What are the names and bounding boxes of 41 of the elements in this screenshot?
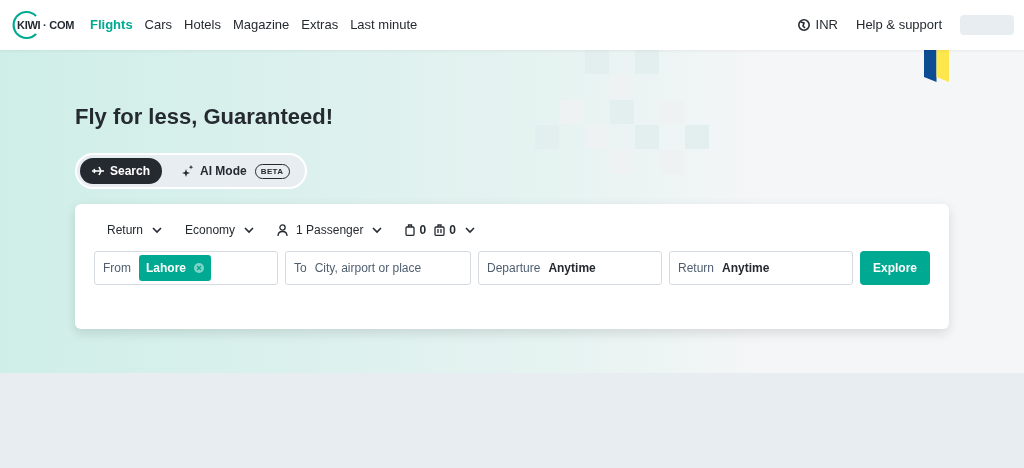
- nav-link[interactable]: Last minute: [350, 15, 418, 35]
- destination-input[interactable]: City, airport or place: [314, 259, 462, 277]
- chevron-down-icon: [151, 224, 164, 236]
- search-field[interactable]: Return Anytime: [669, 251, 853, 285]
- logo-text: KIWI · COM: [17, 16, 75, 34]
- option-dropdown[interactable]: Economy: [185, 221, 256, 239]
- person-icon: [277, 224, 289, 236]
- currency-button[interactable]: INR: [797, 15, 838, 35]
- field-label: Return: [678, 260, 715, 277]
- bag-count: 0: [449, 222, 456, 239]
- chevron-down-icon: [371, 224, 384, 236]
- mode-tab[interactable]: Search: [80, 158, 163, 184]
- field-value: Anytime: [722, 260, 770, 277]
- chevron-down-icon: [463, 224, 476, 236]
- remove-icon[interactable]: [194, 263, 204, 273]
- field-value: Anytime: [548, 260, 596, 277]
- nav-link[interactable]: Cars: [144, 15, 173, 35]
- airplane-icon: [92, 166, 104, 176]
- bags-dropdown[interactable]: 0 0: [405, 221, 476, 239]
- globe-icon: [797, 19, 810, 31]
- hero-title: Fly for less, Guaranteed!: [75, 103, 334, 131]
- bag-count: 0: [419, 222, 427, 239]
- logo-arc-icon: [10, 10, 40, 40]
- nav-link[interactable]: Extras: [301, 15, 339, 35]
- ribbon-icon: [924, 50, 949, 82]
- chevron-down-icon: [243, 224, 256, 236]
- bag-icon: [405, 224, 416, 236]
- mode-tab[interactable]: AI Mode BETA: [170, 158, 302, 184]
- nav-link[interactable]: Hotels: [184, 15, 221, 35]
- search-field[interactable]: To City, airport or place: [285, 251, 471, 285]
- option-dropdown[interactable]: 1 Passenger: [277, 221, 384, 239]
- search-field[interactable]: From Lahore: [94, 251, 278, 285]
- search-field[interactable]: Departure Anytime: [478, 251, 662, 285]
- suitcase-icon: [434, 224, 446, 236]
- option-dropdown[interactable]: Return: [107, 221, 164, 239]
- field-label: To: [294, 260, 307, 277]
- field-label: From: [103, 260, 131, 277]
- field-label: Departure: [487, 260, 541, 277]
- nav-link[interactable]: Magazine: [232, 15, 290, 35]
- sparkle-icon: [182, 165, 195, 177]
- help-link[interactable]: Help & support: [856, 15, 942, 35]
